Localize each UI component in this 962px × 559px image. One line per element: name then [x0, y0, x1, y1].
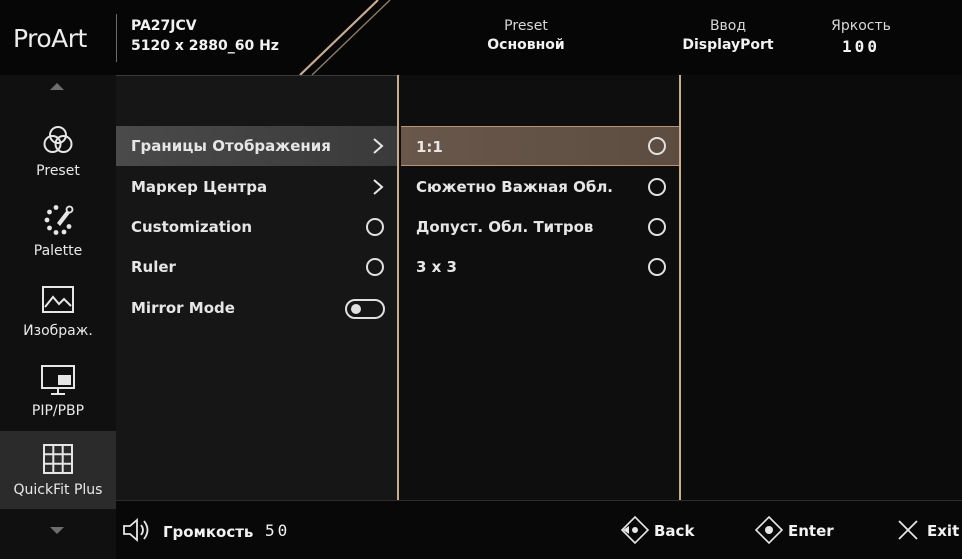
enter-label: Enter — [788, 522, 834, 540]
menu-item-customization[interactable]: Customization — [116, 207, 399, 247]
chevron-right-icon — [373, 138, 384, 154]
preset-label: Preset — [504, 18, 548, 34]
brightness-label: Яркость — [831, 18, 891, 34]
preset-status: Preset Основной — [478, 18, 574, 53]
menu-item-ruler[interactable]: Ruler — [116, 247, 399, 287]
close-icon — [898, 520, 918, 540]
input-value: DisplayPort — [682, 37, 774, 53]
brightness-status: Яркость 100 — [816, 18, 906, 56]
sidebar: Preset Palette Изображ. PIP/PBP QuickFit… — [0, 75, 116, 559]
volume-label: Громкость — [163, 523, 254, 541]
exit-label: Exit — [927, 522, 960, 540]
submenu-item-1-1[interactable]: 1:1 — [401, 126, 681, 166]
menu-item-center-marker[interactable]: Маркер Центра — [116, 167, 399, 207]
submenu-item-title-safe[interactable]: Допуст. Обл. Титров — [401, 207, 681, 247]
radio-1-1[interactable] — [648, 137, 666, 155]
scroll-down-icon[interactable] — [50, 527, 64, 534]
submenu-column: 1:1 Сюжетно Важная Обл. Допуст. Обл. Тит… — [399, 75, 681, 500]
palette-icon — [44, 205, 74, 235]
customization-radio[interactable] — [366, 218, 384, 236]
radio-title-safe[interactable] — [648, 218, 666, 236]
detail-column — [681, 75, 962, 500]
back-label: Back — [654, 522, 695, 540]
sidebar-item-palette[interactable]: Palette — [0, 192, 116, 270]
preset-icon — [43, 126, 73, 153]
back-button[interactable]: Back — [620, 515, 700, 547]
scroll-up-icon[interactable] — [50, 83, 64, 90]
sidebar-item-label: Preset — [36, 163, 80, 179]
menu-item-label: Границы Отображения — [131, 137, 331, 155]
submenu-item-label: Допуст. Обл. Титров — [416, 218, 594, 236]
header-bar: ProArt PA27JCV 5120 x 2880_60 Hz Preset … — [0, 0, 962, 75]
radio-important-area[interactable] — [648, 178, 666, 196]
sidebar-item-label: Palette — [33, 243, 83, 259]
menu-item-label: Маркер Центра — [131, 178, 268, 196]
menu-item-label: Customization — [131, 218, 253, 236]
submenu-item-3x3[interactable]: 3 x 3 — [401, 247, 681, 287]
menu-item-label: Mirror Mode — [131, 299, 235, 317]
submenu-item-important-area[interactable]: Сюжетно Важная Обл. — [401, 167, 681, 207]
sidebar-item-preset[interactable]: Preset — [0, 112, 116, 190]
speaker-icon — [123, 518, 149, 542]
pip-icon — [41, 365, 75, 395]
preset-value: Основной — [487, 37, 565, 53]
radio-3x3[interactable] — [648, 258, 666, 276]
submenu-item-label: 1:1 — [416, 138, 443, 156]
input-status: Ввод DisplayPort — [670, 18, 786, 53]
menu-item-mirror-mode[interactable]: Mirror Mode — [116, 288, 399, 328]
joystick-press-icon — [754, 515, 784, 545]
grid-icon — [43, 444, 73, 474]
mirror-mode-toggle[interactable] — [345, 299, 385, 319]
exit-button[interactable]: Exit — [893, 515, 962, 547]
footer-bar: Громкость 50 Back Enter Exit — [116, 500, 962, 559]
menu-column: Границы Отображения Маркер Центра Custom… — [116, 75, 399, 500]
submenu-item-label: Сюжетно Важная Обл. — [416, 178, 614, 196]
menu-item-display-borders[interactable]: Границы Отображения — [116, 126, 399, 166]
image-icon — [42, 286, 74, 313]
submenu-item-label: 3 x 3 — [416, 258, 457, 276]
volume-value: 50 — [265, 521, 291, 540]
main-panel: Границы Отображения Маркер Центра Custom… — [116, 75, 962, 500]
sidebar-item-label: PIP/PBP — [31, 403, 85, 419]
brightness-value: 100 — [842, 37, 880, 56]
menu-item-label: Ruler — [131, 258, 176, 276]
joystick-left-icon — [620, 515, 650, 545]
chevron-right-icon — [373, 179, 384, 195]
sidebar-item-pip[interactable]: PIP/PBP — [0, 352, 116, 430]
sidebar-item-label: Изображ. — [23, 323, 93, 339]
ruler-radio[interactable] — [366, 258, 384, 276]
sidebar-item-label: QuickFit Plus — [13, 482, 103, 498]
sidebar-item-quickfit[interactable]: QuickFit Plus — [0, 431, 116, 509]
enter-button[interactable]: Enter — [754, 515, 844, 547]
sidebar-item-image[interactable]: Изображ. — [0, 272, 116, 350]
toggle-knob — [351, 304, 361, 314]
input-label: Ввод — [709, 18, 747, 34]
